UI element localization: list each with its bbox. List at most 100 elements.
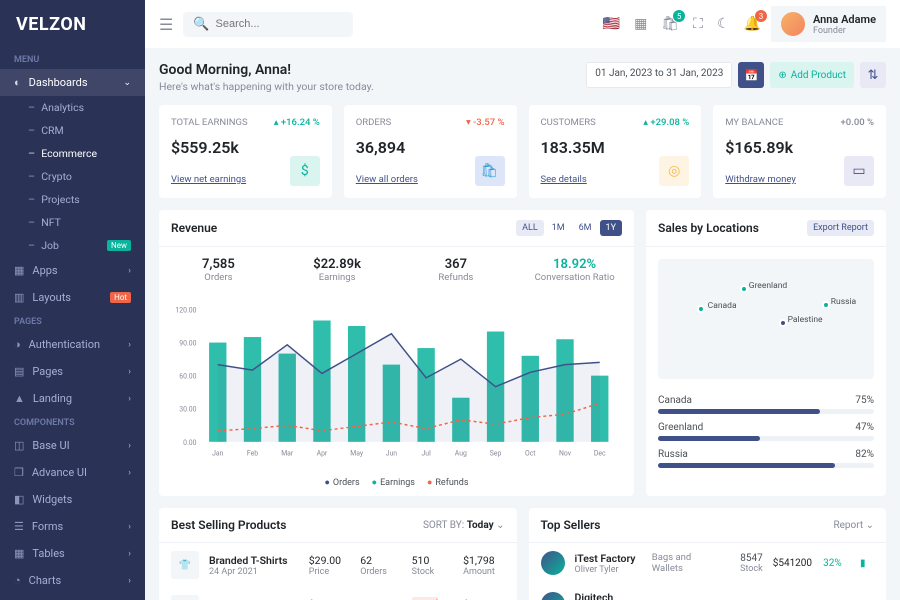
sidebar-item-job[interactable]: –JobNew [0,234,145,257]
kpi-link[interactable]: View net earnings [171,174,246,185]
avatar [781,12,805,36]
svg-text:120.00: 120.00 [175,306,196,314]
sidebar-item-ecommerce[interactable]: –Ecommerce [0,142,145,165]
svg-text:Aug: Aug [455,450,467,458]
export-report-button[interactable]: Export Report [807,220,874,236]
fullscreen-icon[interactable]: ⛶ [693,16,703,32]
gauge-icon: ◐ [14,76,21,89]
bell-icon[interactable]: 🔔3 [744,16,761,32]
search-input[interactable]: 🔍 [183,12,353,37]
svg-text:Oct: Oct [525,450,536,458]
tab-all[interactable]: ALL [516,220,544,236]
svg-text:Nov: Nov [559,450,572,458]
date-range[interactable]: 01 Jan, 2023 to 31 Jan, 2023 [586,62,732,88]
table-icon: ▦ [14,547,24,560]
sidebar-layouts[interactable]: ▥LayoutsHot [0,284,145,311]
sidebar-charts[interactable]: ◔Charts› [0,567,145,594]
seller-row[interactable]: Digitech Galaxy ▮ [529,583,887,600]
greeting-title: Good Morning, Anna! [159,62,374,78]
revenue-stat: $22.89kEarnings [278,257,397,283]
svg-text:Feb: Feb [247,450,258,458]
product-row[interactable]: 👕 Bentwood Chair $85.20Price 35Orders Ou… [159,587,517,600]
calendar-button[interactable]: 📅 [738,62,764,88]
hamburger-icon[interactable]: ☰ [159,15,173,34]
locations-card: Sales by Locations Export Report Greenla… [646,210,886,496]
kpi-link[interactable]: Withdraw money [725,174,796,185]
layout-icon: ▥ [14,291,24,304]
product-thumb: 👕 [171,551,199,579]
kpi-value: 36,894 [356,138,505,157]
revenue-stat: 18.92%Conversation Ratio [515,257,634,283]
sidebar-item-crm[interactable]: –CRM [0,119,145,142]
sidebar-forms[interactable]: ☰Forms› [0,513,145,540]
report-link[interactable]: Report ⌄ [833,520,874,531]
user-menu[interactable]: Anna Adame Founder [771,6,886,42]
sidebar-tables[interactable]: ▦Tables› [0,540,145,567]
user-name: Anna Adame [813,13,876,26]
cart-icon[interactable]: 🛍5 [661,16,679,32]
svg-text:60.00: 60.00 [179,373,196,381]
sliders-icon: ⇅ [868,68,879,83]
tab-1y[interactable]: 1Y [600,220,622,236]
sidebar-authentication[interactable]: ◑Authentication› [0,331,145,358]
kpi-pct: ▾ -3.57 % [466,117,505,128]
topsellers-card: Top Sellers Report ⌄ iTest FactoryOliver… [529,508,887,600]
product-row[interactable]: 👕 Branded T-Shirts24 Apr 2021 $29.00Pric… [159,543,517,587]
kpi-card: TOTAL EARNINGS▴ +16.24 % $559.25k View n… [159,105,332,198]
plus-icon: ⊕ [778,70,786,81]
sidebar-landing[interactable]: ▲Landing› [0,385,145,412]
sidebar-item-projects[interactable]: –Projects [0,188,145,211]
sidebar-dashboards[interactable]: ◐ Dashboards ⌄ [0,69,145,96]
grid-icon: ▦ [14,264,24,277]
location-row: Russia82% [658,449,874,468]
sidebar-section-components: COMPONENTS [0,412,145,432]
svg-text:Jun: Jun [386,450,398,458]
sort-by-dropdown[interactable]: SORT BY: Today ⌄ [423,520,505,531]
search-icon: 🔍 [193,17,209,32]
sidebar-apps[interactable]: ▦Apps› [0,257,145,284]
revenue-stat: 7,585Orders [159,257,278,283]
topsellers-title: Top Sellers [541,518,601,532]
moon-icon[interactable]: ☾ [717,16,730,32]
kpi-pct: ▴ +16.24 % [274,117,320,128]
bestselling-title: Best Selling Products [171,518,286,532]
sidebar-baseui[interactable]: ◫Base UI› [0,432,145,459]
seller-row[interactable]: iTest FactoryOliver Tyler Bags and Walle… [529,543,887,583]
form-icon: ☰ [14,520,24,533]
bestselling-card: Best Selling Products SORT BY: Today ⌄ 👕… [159,508,517,600]
apps-icon[interactable]: ▦ [634,16,647,32]
svg-text:Jul: Jul [422,450,432,458]
kpi-link[interactable]: View all orders [356,174,418,185]
tab-6m[interactable]: 6M [573,220,598,236]
options-button[interactable]: ⇅ [860,62,886,88]
sidebar-item-analytics[interactable]: –Analytics [0,96,145,119]
greeting-sub: Here's what's happening with your store … [159,80,374,93]
flag-icon[interactable]: 🇺🇸 [603,16,620,32]
kpi-value: $165.89k [725,138,874,157]
pages-icon: ▤ [14,365,24,378]
widget-icon: ◧ [14,493,24,506]
kpi-label: ORDERS [356,117,392,128]
sidebar-item-nft[interactable]: –NFT [0,211,145,234]
calendar-icon: 📅 [745,69,759,82]
sidebar-advanceui[interactable]: ❒Advance UI› [0,459,145,486]
kpi-pct: ▴ +29.08 % [643,117,689,128]
svg-text:Apr: Apr [317,450,328,458]
search-field[interactable] [216,18,344,30]
layers-icon: ❒ [14,466,24,479]
svg-text:90.00: 90.00 [179,339,196,347]
sidebar-item-crypto[interactable]: –Crypto [0,165,145,188]
kpi-value: $559.25k [171,138,320,157]
kpi-icon: 🛍 [475,156,505,186]
chart-icon: ◔ [14,574,21,587]
sidebar-pages[interactable]: ▤Pages› [0,358,145,385]
tab-1m[interactable]: 1M [546,220,571,236]
add-product-button[interactable]: ⊕Add Product [770,62,854,88]
svg-text:Dec: Dec [594,450,606,458]
user-icon: ◑ [14,338,21,351]
badge-new: New [107,240,131,251]
bell-badge: 3 [755,10,767,22]
sidebar-widgets[interactable]: ◧Widgets [0,486,145,513]
svg-text:Sep: Sep [490,450,502,458]
kpi-link[interactable]: See details [541,174,587,185]
